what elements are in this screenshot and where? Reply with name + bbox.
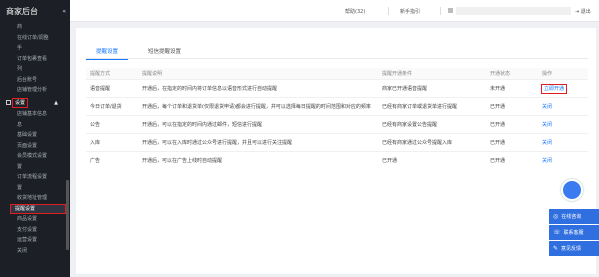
table-cell: 已经有商家订单或退货单进行提醒: [378, 96, 486, 115]
table-cell-action: 关闭: [538, 132, 588, 151]
col-header: 操作: [538, 68, 588, 79]
sidebar-item[interactable]: 会员模式设置: [0, 151, 70, 162]
help-link[interactable]: 帮助(32): [345, 8, 365, 15]
feedback-icon: ✎: [553, 245, 559, 252]
col-header: 提醒方式: [86, 68, 138, 79]
guide-link[interactable]: 新手指引: [400, 8, 420, 15]
main-content: 提醒设置 短信提醒设置 提醒方式 提醒说明 提醒开通条件 开通状态 操作 语音提…: [76, 28, 596, 274]
close-button[interactable]: 关闭: [542, 104, 552, 110]
feedback-label: 意见反馈: [561, 246, 582, 252]
brand: 商家后台 «: [0, 0, 70, 22]
sidebar: 商家后台 « 商在线订单/调整手订单包裹查看列后台账号 店铺管理分析 设置 ▲ 店铺基本…: [0, 0, 70, 277]
sidebar-group-settings[interactable]: 设置 ▲: [0, 97, 70, 110]
table-row: 广告 开通后，可以在广告上线时自动提醒 已开通 已开通 关闭: [86, 150, 588, 169]
user-avatar[interactable]: [448, 8, 453, 13]
help-float-panel: ◎ 在线咨询 ☏ 联系客服 ✎ 意见反馈: [549, 179, 599, 256]
col-header: 提醒开通条件: [378, 68, 486, 79]
table-row: 入库 开通后，可以在入库时通过公众号进行提醒，并且可以进行关注提醒 已经有商家通过公…: [86, 132, 588, 151]
enable-now-button[interactable]: 立即开通: [540, 83, 568, 94]
sidebar-item[interactable]: 订单流程设置: [0, 172, 70, 183]
table-cell: 公告: [86, 114, 138, 133]
sidebar-item[interactable]: 支付设置: [0, 225, 70, 236]
table-cell: 已开通: [486, 150, 538, 169]
sidebar-item[interactable]: 商: [0, 22, 70, 33]
table-cell: 已开通: [486, 96, 538, 115]
table-header: 提醒方式 提醒说明 提醒开通条件 开通状态 操作: [86, 68, 588, 79]
sidebar-item[interactable]: 在线订单/调整: [0, 33, 70, 44]
sidebar-scrollbar[interactable]: [66, 180, 69, 250]
sidebar-item[interactable]: 运营设置: [0, 235, 70, 246]
online-consult-button[interactable]: ◎ 在线咨询: [549, 209, 599, 224]
contact-service-button[interactable]: ☏ 联系客服: [549, 225, 599, 240]
sidebar-item[interactable]: 订单包裹查看: [0, 54, 70, 65]
brand-title: 商家后台: [6, 6, 38, 16]
table-cell: 入库: [86, 132, 138, 151]
feedback-button[interactable]: ✎ 意见反馈: [549, 241, 599, 256]
sidebar-item[interactable]: 页面设置: [0, 141, 70, 152]
topbar: 帮助(32) 新手指引 ⇥ 退出: [70, 0, 599, 22]
table-cell: 开通后，每个订单和退货单(仅限退货申请)都会进行提醒，并可以选择每日提醒的时间范…: [138, 96, 378, 115]
table-row: 今日订单/退货 开通后，每个订单和退货单(仅限退货申请)都会进行提醒，并可以选择每…: [86, 96, 588, 115]
sidebar-group-label: 设置: [11, 97, 29, 108]
table-cell: 语音提醒: [86, 78, 138, 97]
settings-icon: [6, 100, 11, 106]
table-cell: 开通后，可以在指定的时间内通过邮件，短信进行提醒: [138, 114, 378, 133]
user-name[interactable]: [456, 7, 571, 15]
sidebar-item-reminder-settings[interactable]: 提醒设置: [10, 203, 66, 214]
tab-divider: [86, 58, 588, 59]
close-button[interactable]: 关闭: [542, 158, 552, 164]
col-header: 提醒说明: [138, 68, 378, 79]
sidebar-item[interactable]: 关闭: [0, 246, 70, 257]
table-cell-action: 关闭: [538, 150, 588, 169]
sidebar-item[interactable]: 后台账号: [0, 75, 70, 86]
sidebar-item[interactable]: 店铺管理分析: [0, 85, 70, 96]
online-consult-label: 在线咨询: [561, 214, 582, 220]
table-cell: 开通后，可以在广告上线时自动提醒: [138, 150, 378, 169]
sidebar-item[interactable]: 商品设置: [0, 214, 70, 225]
col-header: 开通状态: [486, 68, 538, 79]
contact-service-label: 联系客服: [563, 230, 584, 236]
table-cell: 开通后，可以在入库时通过公众号进行提醒，并且可以进行关注提醒: [138, 132, 378, 151]
table-cell: 商家已开通语音提醒: [378, 78, 486, 97]
sidebar-item[interactable]: 基础设置: [0, 130, 70, 141]
table-cell: 今日订单/退货: [86, 96, 138, 115]
logout-icon: ⇥: [575, 9, 580, 15]
sidebar-item[interactable]: 置: [0, 183, 70, 194]
topbar-divider: [388, 7, 389, 15]
sidebar-menu: 商在线订单/调整手订单包裹查看列后台账号 店铺管理分析 设置 ▲ 店铺基本信息息基础设置…: [0, 22, 70, 256]
assistant-bubble-icon[interactable]: [561, 179, 583, 201]
collapse-icon[interactable]: «: [62, 8, 66, 15]
sidebar-item[interactable]: 置: [0, 162, 70, 173]
table-cell: 已开通: [486, 132, 538, 151]
table-cell-action: 关闭: [538, 114, 588, 133]
table-row: 公告 开通后，可以在指定的时间内通过邮件，短信进行提醒 已经有商家设置公告提醒 已开通…: [86, 114, 588, 133]
table-cell: 未开通: [486, 78, 538, 97]
logout-link[interactable]: ⇥ 退出: [575, 8, 591, 15]
close-button[interactable]: 关闭: [542, 140, 552, 146]
chevron-up-icon: ▲: [54, 99, 58, 106]
table-cell: 已经有商家通过公众号提醒入库: [378, 132, 486, 151]
table-cell: 广告: [86, 150, 138, 169]
table-cell: 已开通: [486, 114, 538, 133]
table-row: 语音提醒 开通后，在指定的时间内将订单信息以语音形式进行自动提醒 商家已开通语音提醒…: [86, 78, 588, 97]
sidebar-item[interactable]: 手: [0, 43, 70, 54]
sidebar-item[interactable]: 收货地址管理: [0, 193, 70, 204]
reminder-table: 提醒方式 提醒说明 提醒开通条件 开通状态 操作 语音提醒 开通后，在指定的时间内…: [86, 68, 588, 169]
topbar-divider: [440, 7, 441, 15]
close-button[interactable]: 关闭: [542, 122, 552, 128]
sidebar-item[interactable]: 列: [0, 64, 70, 75]
table-cell: 已开通: [378, 150, 486, 169]
table-cell: 开通后，在指定的时间内将订单信息以语音形式进行自动提醒: [138, 78, 378, 97]
sidebar-item[interactable]: 息: [0, 120, 70, 131]
headset-icon: ☏: [553, 229, 561, 236]
table-cell-action: 关闭: [538, 96, 588, 115]
logout-label: 退出: [580, 9, 591, 15]
chat-icon: ◎: [553, 213, 559, 220]
table-cell-action: 立即开通: [538, 78, 588, 97]
table-cell: 已经有商家设置公告提醒: [378, 114, 486, 133]
sidebar-item[interactable]: 店铺基本信息: [0, 109, 70, 120]
